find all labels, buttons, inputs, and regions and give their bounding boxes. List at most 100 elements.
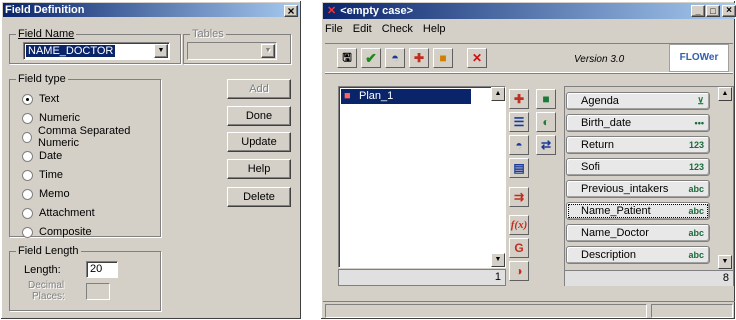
app-title: <empty case> — [340, 5, 413, 17]
decimal-places-input — [86, 283, 110, 300]
toggle-tool-icon[interactable]: ◐ — [536, 112, 556, 132]
status-panel-1 — [325, 304, 647, 318]
date-tag: ••• — [694, 118, 704, 128]
dialog-titlebar: Field Definition — [3, 3, 299, 17]
radio-composite[interactable]: Composite — [22, 225, 92, 239]
decimal-label: Decimal — [28, 280, 65, 291]
briefcase-button[interactable]: ■ — [433, 48, 453, 68]
scroll-down-icon[interactable]: ▼ — [491, 253, 505, 267]
text-tag: abc — [688, 206, 704, 216]
version-label: Version 3.0 — [574, 54, 625, 65]
maximize-button[interactable]: □ — [706, 5, 720, 17]
field-scroll-up-icon[interactable]: ▲ — [718, 87, 732, 101]
branch-tool-icon[interactable]: ⇄ — [536, 135, 556, 155]
help-button[interactable]: Help — [227, 159, 291, 179]
function-tool-icon[interactable]: f(x) — [509, 215, 529, 235]
save-button[interactable]: 🖫 — [337, 48, 357, 68]
menu-file[interactable]: File — [325, 23, 343, 39]
field-description[interactable]: Description abc — [566, 246, 710, 264]
radio-numeric[interactable]: Numeric — [22, 111, 80, 125]
chevron-down-icon[interactable]: ▼ — [154, 44, 168, 58]
text-tag: abc — [688, 184, 704, 194]
field-birth-date[interactable]: Birth_date ••• — [566, 114, 710, 132]
field-count-bar: 8 — [565, 270, 733, 286]
route-tool-icon[interactable]: ⇉ — [509, 187, 529, 207]
length-input[interactable]: 20 — [86, 261, 118, 278]
radio-attachment[interactable]: Attachment — [22, 206, 95, 220]
update-button[interactable]: Update — [227, 132, 291, 152]
tables-label: Tables — [190, 28, 226, 40]
radio-icon — [22, 150, 33, 162]
agenda-icon: ⊻ — [697, 96, 704, 106]
field-definition-dialog: Field Definition × Field Name NAME_DOCTO… — [0, 0, 302, 320]
plan-button[interactable]: ✚ — [409, 48, 429, 68]
radio-memo[interactable]: Memo — [22, 187, 70, 201]
field-type-label: Field type — [16, 73, 68, 85]
length-label: Length: — [24, 264, 61, 276]
doc-tool-icon[interactable]: ▤ — [509, 158, 529, 178]
radio-icon — [22, 169, 33, 181]
radio-icon — [22, 93, 33, 105]
add-button: Add — [227, 79, 291, 99]
g-tool-icon[interactable]: G — [509, 238, 529, 258]
field-type-group: Field type Text Numeric Comma Separated … — [9, 73, 161, 239]
logo-text: FLOWer — [679, 52, 719, 63]
half-tool-icon[interactable]: ◑ — [509, 261, 529, 281]
toolbar: 🖫 ✔ ◓ ✚ ■ ✕ Version 3.0 FLOWer — [325, 43, 733, 73]
field-count: 8 — [722, 272, 729, 284]
check-button[interactable]: ✔ — [361, 48, 381, 68]
field-name-patient[interactable]: Name_Patient abc — [566, 202, 710, 220]
length-value: 20 — [90, 263, 103, 275]
window-close-button[interactable]: × — [722, 5, 736, 17]
flower-logo: FLOWer — [669, 44, 729, 72]
menu-check[interactable]: Check — [382, 23, 413, 39]
numeric-tag: 123 — [688, 140, 704, 150]
status-bar — [323, 301, 735, 319]
text-tag: abc — [688, 228, 704, 238]
dome-button[interactable]: ◓ — [385, 48, 405, 68]
field-previous-intakers[interactable]: Previous_intakers abc — [566, 180, 710, 198]
menu-help[interactable]: Help — [423, 23, 446, 39]
field-name-label: Field Name — [16, 28, 77, 40]
minimize-button[interactable]: _ — [691, 5, 705, 17]
app-logo-icon: ✕ — [327, 5, 337, 17]
field-name-doctor[interactable]: Name_Doctor abc — [566, 224, 710, 242]
radio-comma-separated-numeric[interactable]: Comma Separated Numeric — [22, 125, 160, 149]
plan-list-pane: ■ Plan_1 ▲ ▼ — [338, 86, 506, 268]
field-length-group: Field Length Length: 20 Decimal Places: — [9, 245, 161, 311]
radio-date[interactable]: Date — [22, 149, 62, 163]
dome-tool-icon[interactable]: ◓ — [509, 135, 529, 155]
field-return[interactable]: Return 123 — [566, 136, 710, 154]
field-sofi[interactable]: Sofi 123 — [566, 158, 710, 176]
scroll-up-icon[interactable]: ▲ — [491, 87, 505, 101]
dialog-title: Field Definition — [5, 4, 85, 16]
radio-icon — [22, 226, 33, 238]
field-agenda[interactable]: Agenda ⊻ — [566, 92, 710, 110]
delete-button[interactable]: Delete — [227, 187, 291, 207]
radio-icon — [22, 131, 33, 143]
plan-item-label: Plan_1 — [359, 90, 394, 102]
delete-x-button[interactable]: ✕ — [467, 48, 487, 68]
radio-icon — [22, 188, 33, 200]
field-scroll-down-icon[interactable]: ▼ — [718, 255, 732, 269]
plan-tool-icon[interactable]: ✚ — [509, 89, 529, 109]
radio-time[interactable]: Time — [22, 168, 63, 182]
close-icon: × — [287, 4, 295, 18]
done-button[interactable]: Done — [227, 106, 291, 126]
form-tool-icon[interactable]: ☰ — [509, 112, 529, 132]
radio-text[interactable]: Text — [22, 92, 59, 106]
plan-count-bar: 1 — [338, 269, 506, 286]
text-tag: abc — [688, 250, 704, 260]
menu-edit[interactable]: Edit — [353, 23, 372, 39]
app-titlebar: ✕ <empty case> — [323, 3, 735, 19]
places-label: Places: — [32, 291, 65, 302]
plan-count: 1 — [494, 271, 501, 283]
field-name-value: NAME_DOCTOR — [26, 45, 116, 57]
numeric-tag: 123 — [688, 162, 704, 172]
plan-item[interactable]: ■ Plan_1 — [341, 89, 471, 104]
tables-combo: ▼ — [187, 42, 277, 60]
menu-bar: File Edit Check Help — [325, 23, 446, 39]
grid-tool-icon[interactable]: ■ — [536, 89, 556, 109]
close-button[interactable]: × — [284, 5, 298, 17]
field-name-combo[interactable]: NAME_DOCTOR ▼ — [23, 42, 170, 60]
